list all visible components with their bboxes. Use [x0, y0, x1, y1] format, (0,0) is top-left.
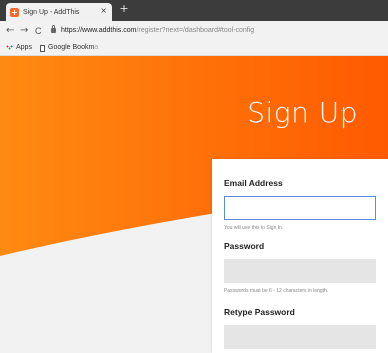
url-host: https://www.addthis.com: [61, 27, 137, 34]
browser-toolbar: ← → C https://www.addthis.com/register?n…: [0, 21, 388, 41]
retype-password-field[interactable]: [224, 325, 376, 349]
signup-page: Sign Up Email Address You will use this …: [0, 56, 388, 353]
lock-icon[interactable]: [51, 25, 56, 33]
address-bar[interactable]: https://www.addthis.com/register?next=/d…: [61, 25, 254, 37]
apps-grid-icon: [6, 44, 13, 52]
email-field[interactable]: [224, 196, 376, 220]
password-field[interactable]: [224, 259, 376, 283]
page-icon: [40, 44, 45, 52]
bookmark-google-label-fade: a: [94, 44, 99, 51]
close-tab-icon[interactable]: ×: [100, 6, 107, 15]
addthis-favicon-icon: +: [10, 7, 19, 17]
email-label: Email Address: [224, 178, 283, 188]
url-path: /register?next=/dashboard#tool-config: [136, 27, 255, 34]
back-arrow-icon[interactable]: ←: [6, 24, 14, 38]
password-hint: Passwords must be 6 - 12 characters in l…: [224, 288, 329, 294]
forward-arrow-icon[interactable]: →: [20, 24, 28, 38]
retype-password-label: Retype Password: [224, 307, 295, 317]
bookmark-google-label: Google Bookm: [48, 44, 95, 51]
password-label: Password: [224, 241, 265, 251]
new-tab-icon[interactable]: +: [118, 3, 130, 15]
bookmarks-bar: Apps Google Bookm a: [0, 41, 388, 56]
bookmark-apps-label: Apps: [16, 44, 32, 51]
bookmark-apps[interactable]: Apps: [6, 43, 32, 53]
browser-tab-bar: + Sign Up - AddThis × +: [0, 0, 388, 21]
bookmark-google[interactable]: Google Bookm a: [40, 43, 98, 53]
browser-tab[interactable]: + Sign Up - AddThis ×: [6, 3, 112, 21]
email-hint: You will use this to Sign In.: [224, 225, 284, 231]
tab-title: Sign Up - AddThis: [23, 8, 80, 16]
reload-icon[interactable]: C: [35, 24, 42, 38]
signup-form: Email Address You will use this to Sign …: [212, 159, 388, 353]
page-title: Sign Up: [247, 96, 358, 129]
